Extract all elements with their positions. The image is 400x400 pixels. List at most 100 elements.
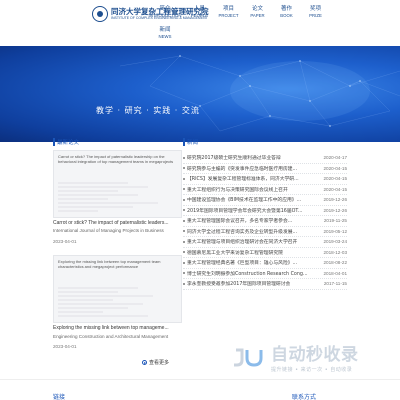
nav-item-project[interactable]: 项目 PROJECT: [214, 6, 243, 19]
news-date: 2018-08-22: [323, 260, 348, 266]
main-nav: 简介 INTRODUCTION 人员 PEOPLE 项目 PROJECT 论文 …: [145, 6, 330, 19]
hero-banner: 教学 · 研究 · 实践 · 交流: [0, 46, 400, 142]
news-title: 同济大学全过程工程咨询实务及企业转型升级发展...: [187, 229, 298, 235]
bullet-icon: [183, 261, 185, 264]
news-item[interactable]: 德国慕尼黑工业大学来访复杂工程管理研究院 2018-12-03: [183, 248, 348, 258]
nav-label-en: BOOK: [280, 13, 293, 19]
news-item[interactable]: 同济大学全过程工程咨询实务及企业转型升级发展... 2019-05-12: [183, 227, 348, 237]
paper-thumbnail-title: Exploring the missing link between top m…: [58, 259, 161, 270]
news-title: 重大工程组织行为与决策研究国际会议线上召开: [187, 187, 288, 193]
nav-label-cn: 论文: [251, 6, 263, 12]
watermark-title: 自动秒收录: [271, 345, 359, 365]
news-title: 李永奎教授受邀参加2017年国际项目管理研讨会: [187, 282, 291, 288]
news-title: 2019年国际项目管理学会年会研究大会暨第16届OT...: [187, 208, 303, 214]
nav-label-cn: 著作: [280, 6, 292, 12]
news-date: 2019-03-24: [323, 239, 348, 245]
news-date: 2019-12-26: [323, 207, 348, 213]
news-date: 2019-12-26: [323, 197, 348, 203]
news-item[interactable]: 重大工程组织行为与决策研究国际会议线上召开 2020-04-15: [183, 185, 348, 195]
nav-label-en: PRIZE: [309, 13, 322, 19]
paper-thumbnail[interactable]: Carrot or stick? The impact of paternali…: [53, 150, 182, 218]
paper-page-lines: [58, 182, 158, 212]
news-title: 研究院参与主编的《突发事件应急临时医疗用房建...: [187, 166, 298, 172]
bullet-icon: [183, 272, 185, 275]
paper-journal: International Journal of Managing Projec…: [53, 228, 164, 233]
view-more-link[interactable]: 查看更多: [142, 359, 169, 366]
nav-item-news[interactable]: 新闻 NEWS: [145, 27, 185, 40]
nav-label-en: PROJECT: [218, 13, 239, 19]
paper-date: 2023-04-01: [53, 344, 77, 349]
bullet-icon: [183, 230, 185, 233]
watermark: 自动秒收录 提升链接 • 来访一次 • 自动收录: [232, 340, 359, 373]
paper-thumbnail-title: Carrot or stick? The impact of paternali…: [58, 154, 174, 165]
paper-date: 2023-04-01: [53, 239, 77, 244]
nav-label-cn: 项目: [222, 6, 234, 12]
news-date: 2020-04-15: [323, 176, 348, 182]
paper-card[interactable]: Exploring the missing link between top m…: [53, 255, 183, 360]
nav-label-en: PAPER: [250, 13, 265, 19]
bullet-icon: [183, 282, 185, 285]
bullet-icon: [183, 188, 185, 191]
view-more-label: 查看更多: [149, 360, 170, 366]
news-date: 2019-05-12: [323, 228, 348, 234]
news-title: 中国建设监理协会《BIM技术在监理工作中的应用》...: [187, 198, 302, 204]
banner-slogan: 教学 · 研究 · 实践 · 交流: [96, 106, 200, 115]
nav-label-cn: 简介: [159, 6, 171, 12]
news-item[interactable]: 【RICS】发展复杂工程管理标准体系，同济大学研... 2020-04-15: [183, 174, 347, 185]
news-section-heading: 新闻: [183, 137, 198, 147]
bullet-icon: [183, 251, 185, 254]
bullet-icon: [183, 167, 185, 170]
nav-label-cn: 人员: [193, 6, 205, 12]
bullet-icon: [183, 219, 185, 222]
nav-item-paper[interactable]: 论文 PAPER: [243, 6, 272, 19]
news-item[interactable]: 重大工程管理与项目组织治理研讨会在同济大学召开 2019-03-24: [183, 237, 347, 248]
nav-item-people[interactable]: 人员 PEOPLE: [185, 6, 214, 19]
news-title: 重大工程管理经典名著《巨型项目：雄心与风险》...: [187, 261, 298, 267]
news-title: 重大工程管理国际会议召开，多名专家学者参会...: [187, 219, 293, 225]
nav-item-introduction[interactable]: 简介 INTRODUCTION: [145, 6, 185, 19]
news-date: 2019-11-25: [323, 218, 347, 224]
news-date: 2020-04-15: [323, 186, 348, 192]
arrow-right-icon: [142, 360, 147, 365]
section-marker: [53, 138, 55, 146]
papers-section-title: 最新论文: [57, 140, 80, 146]
paper-thumbnail[interactable]: Exploring the missing link between top m…: [53, 255, 182, 323]
news-item[interactable]: 重大工程管理国际会议召开，多名专家学者参会... 2019-11-25: [183, 216, 347, 227]
news-title: 重大工程管理与项目组织治理研讨会在同济大学召开: [187, 240, 298, 246]
news-date: 2018-04-01: [323, 270, 348, 276]
footer-contact-heading: 联系方式: [292, 394, 317, 400]
papers-section-heading: 最新论文: [53, 137, 79, 147]
section-marker: [183, 138, 185, 146]
site-footer: 链接 联系方式: [0, 379, 400, 400]
news-title: 【RICS】发展复杂工程管理标准体系，同济大学研...: [187, 177, 299, 183]
paper-title-link[interactable]: Carrot or stick? The impact of paternali…: [53, 220, 181, 226]
news-item[interactable]: 2019年国际项目管理学会年会研究大会暨第16届OT... 2019-12-26: [183, 206, 348, 216]
bullet-icon: [183, 198, 185, 201]
network-lines-graphic: [119, 55, 400, 132]
watermark-subtitle: 提升链接 • 来访一次 • 自动收录: [271, 367, 353, 373]
nav-item-book[interactable]: 著作 BOOK: [272, 6, 301, 19]
news-title: 博士研究生刘明振参加Construction Research Cong...: [187, 271, 308, 277]
news-date: 2020-04-15: [323, 165, 348, 171]
paper-card[interactable]: Carrot or stick? The impact of paternali…: [53, 150, 183, 255]
news-date: 2020-04-17: [323, 155, 348, 161]
bullet-icon: [183, 240, 185, 243]
news-date: 2018-12-03: [323, 249, 348, 255]
news-item[interactable]: 博士研究生刘明振参加Construction Research Cong... 2…: [183, 269, 348, 279]
bullet-icon: [183, 177, 185, 180]
paper-page-lines: [58, 287, 153, 317]
news-item[interactable]: 李永奎教授受邀参加2017年国际项目管理研讨会 2017-11-15: [183, 279, 347, 290]
footer-links-heading: 链接: [53, 394, 66, 400]
university-seal-icon: [92, 6, 108, 22]
news-item[interactable]: 中国建设监理协会《BIM技术在监理工作中的应用》... 2019-12-26: [183, 195, 347, 206]
nav-item-prize[interactable]: 奖项 PRIZE: [301, 6, 330, 19]
news-list: 研究院2017级硕士研究生顺利通过毕业答辩 2020-04-17 研究院参与主编的…: [183, 153, 347, 290]
news-item[interactable]: 重大工程管理经典名著《巨型项目：雄心与风险》... 2018-08-22: [183, 258, 347, 269]
nav-label-cn: 奖项: [309, 6, 321, 12]
news-item[interactable]: 研究院2017级硕士研究生顺利通过毕业答辩 2020-04-17: [183, 153, 347, 164]
news-item[interactable]: 研究院参与主编的《突发事件应急临时医疗用房建... 2020-04-15: [183, 164, 348, 174]
paper-title-link[interactable]: Exploring the missing link between top m…: [53, 325, 181, 331]
papers-list: Carrot or stick? The impact of paternali…: [53, 150, 183, 360]
paper-journal: Engineering Construction and Architectur…: [53, 334, 169, 339]
site-header: 同济大学复杂工程管理研究院 INSTITUTE OF COMPLEX ENGIN…: [0, 0, 400, 46]
